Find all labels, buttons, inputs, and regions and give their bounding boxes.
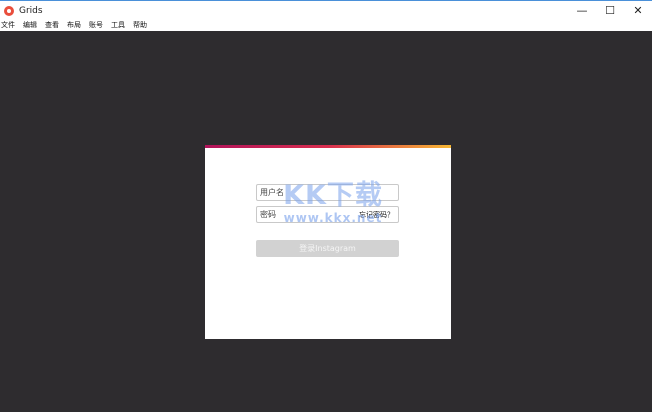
maximize-button[interactable]: ☐ — [596, 1, 624, 20]
forgot-password-link[interactable]: 忘记密码？ — [359, 210, 394, 220]
menu-tools[interactable]: 工具 — [111, 20, 125, 31]
window-title: Grids — [19, 5, 43, 16]
password-placeholder: 密码 — [260, 210, 276, 219]
menu-account[interactable]: 账号 — [89, 20, 103, 31]
username-field[interactable]: 用户名 — [256, 184, 399, 201]
login-instagram-button[interactable]: 登录Instagram — [256, 240, 399, 257]
card-accent-bar — [205, 145, 451, 148]
workspace: 用户名 密码 忘记密码？ 登录Instagram — [0, 31, 652, 412]
menu-bar: 文件 编辑 查看 布局 账号 工具 帮助 — [0, 20, 652, 31]
menu-file[interactable]: 文件 — [1, 20, 15, 31]
title-bar: Grids — ☐ ✕ — [0, 0, 652, 20]
window-controls: — ☐ ✕ — [568, 1, 652, 20]
close-button[interactable]: ✕ — [624, 1, 652, 20]
minimize-button[interactable]: — — [568, 1, 596, 20]
menu-layout[interactable]: 布局 — [67, 20, 81, 31]
password-field[interactable]: 密码 忘记密码？ — [256, 206, 399, 223]
login-card: 用户名 密码 忘记密码？ 登录Instagram — [205, 145, 451, 339]
menu-help[interactable]: 帮助 — [133, 20, 147, 31]
menu-edit[interactable]: 编辑 — [23, 20, 37, 31]
grids-app-icon — [4, 5, 14, 16]
username-placeholder: 用户名 — [260, 188, 284, 197]
menu-view[interactable]: 查看 — [45, 20, 59, 31]
